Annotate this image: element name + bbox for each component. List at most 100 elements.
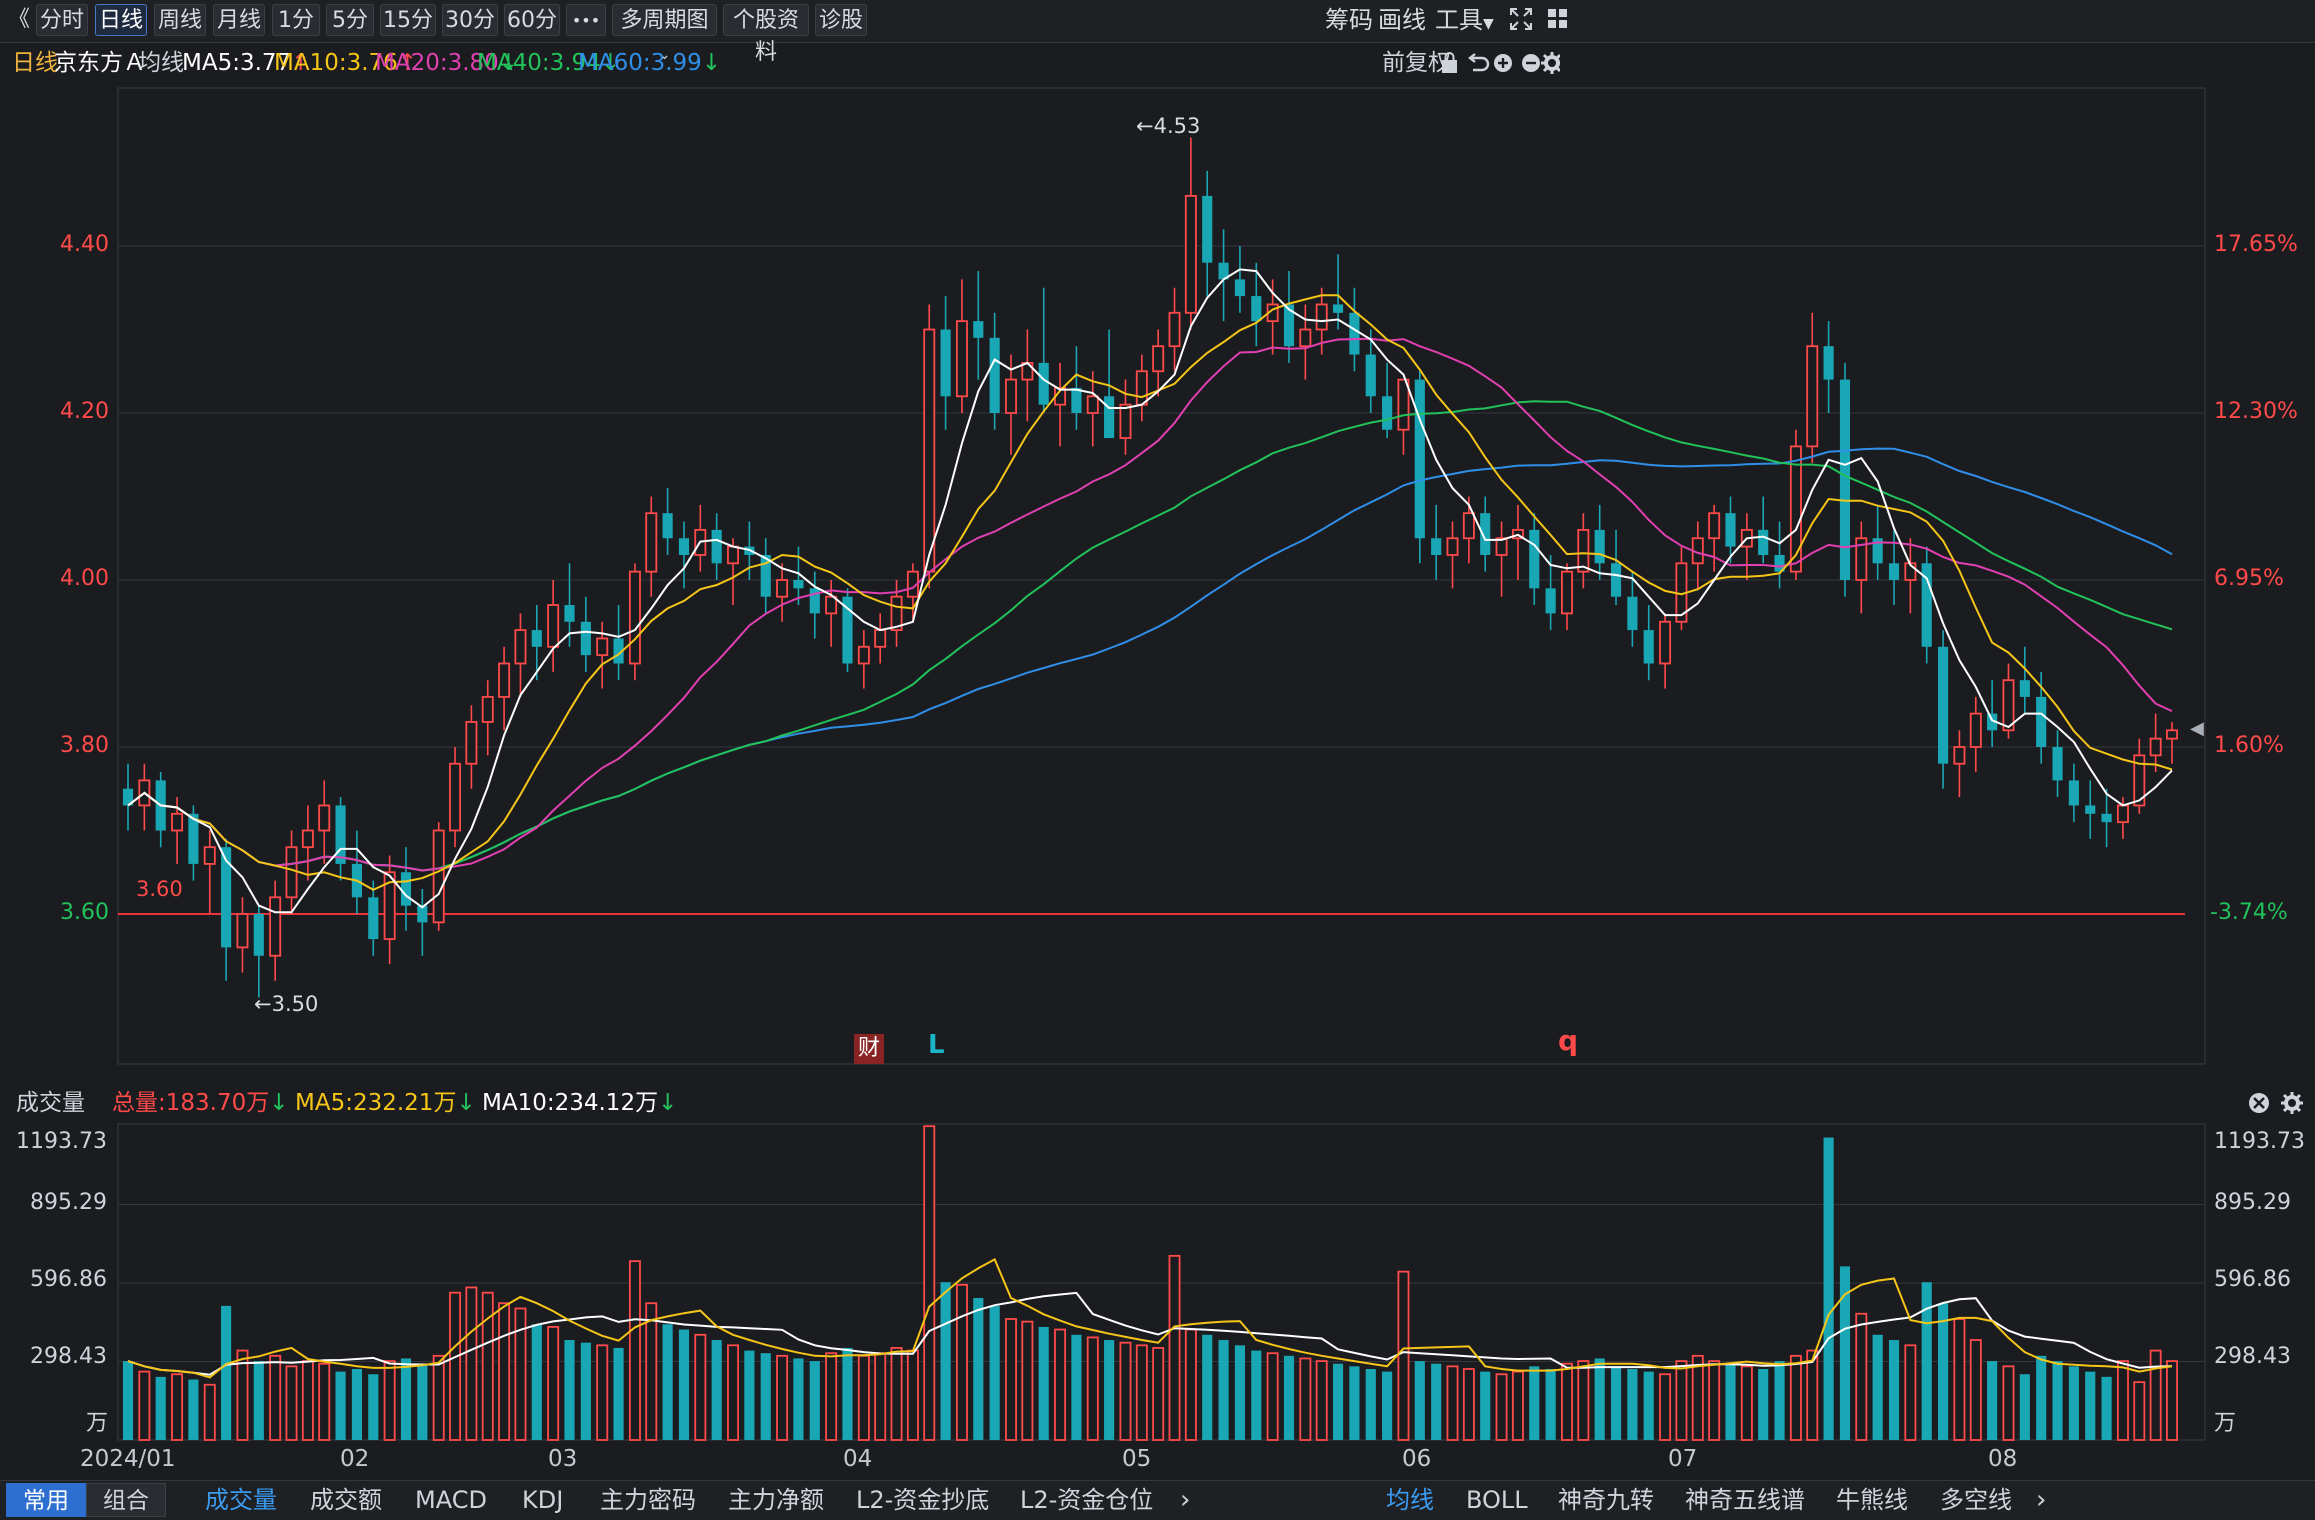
ma-label[interactable]: 均线 [138, 46, 184, 80]
diagnose-button[interactable]: 诊股 [815, 4, 867, 36]
candle-body [481, 696, 494, 723]
volume-bar [1480, 1371, 1491, 1440]
overlay-next-arrow-icon[interactable]: › [2036, 1481, 2046, 1520]
candle-body [1086, 395, 1099, 414]
candle [1299, 304, 1312, 380]
candle [1332, 254, 1344, 330]
candle [1806, 312, 1819, 464]
volume-bar [1888, 1340, 1900, 1440]
volume-bar [2052, 1361, 2063, 1440]
volume-settings-gear-icon[interactable] [2281, 1092, 2303, 1114]
indicator-tab-l2-position[interactable]: L2-资金仓位 [1020, 1481, 1153, 1520]
zoom-in-icon[interactable] [1494, 54, 1512, 72]
indicator-tab-turnover[interactable]: 成交额 [310, 1481, 382, 1520]
tab-common[interactable]: 常用 [6, 1483, 86, 1517]
tools-menu[interactable]: 工具▼ [1435, 4, 1494, 36]
candle [906, 563, 919, 622]
candle [678, 521, 690, 589]
candle [989, 312, 1000, 430]
overlay-tab-magic-five[interactable]: 神奇五线谱 [1685, 1481, 1805, 1520]
financial-report-marker[interactable]: 财 [854, 1034, 884, 1064]
volume-bar [1119, 1341, 1132, 1441]
volume-bar [1135, 1344, 1148, 1441]
candle [1691, 521, 1704, 589]
indicator-tab-macd[interactable]: MACD [415, 1481, 487, 1520]
candle [318, 780, 331, 864]
overlay-tab-bull-bear[interactable]: 牛熊线 [1836, 1481, 1908, 1520]
tab-combo[interactable]: 组合 [86, 1483, 166, 1517]
chips-button[interactable]: 筹码 [1325, 4, 1373, 36]
indicator-next-arrow-icon[interactable]: › [1180, 1481, 1190, 1520]
price-tick-label: 4.00 [60, 566, 109, 591]
chart-controls [1442, 52, 1560, 74]
candle-body [857, 645, 870, 665]
volume-bar [2166, 1360, 2178, 1441]
volume-bar [628, 1260, 641, 1441]
grid-layout-icon[interactable] [1546, 6, 1570, 32]
candle-body [727, 545, 739, 565]
indicator-tab-main-code[interactable]: 主力密码 [600, 1481, 696, 1520]
period-tab-1min[interactable]: 1分 [272, 4, 320, 36]
volume-bar [1283, 1355, 1295, 1440]
zoom-out-icon[interactable] [1522, 54, 1540, 72]
collapse-back-icon[interactable]: 《 [8, 4, 30, 36]
price-tick-label: 4.40 [60, 232, 109, 257]
candle-body [221, 847, 232, 948]
pct-tick-label: 1.60% [2214, 733, 2284, 758]
period-tab-daily[interactable]: 日线 [95, 4, 147, 36]
candle [857, 630, 870, 689]
indicator-tab-volume[interactable]: 成交量 [205, 1481, 277, 1520]
stock-info-button[interactable]: 个股资料 [723, 4, 809, 65]
indicator-tab-l2-bottom[interactable]: L2-资金抄底 [856, 1481, 989, 1520]
price-chart[interactable] [0, 82, 2315, 1070]
period-tab-60min[interactable]: 60分 [504, 4, 560, 36]
down-arrow-icon: ↓ [701, 50, 722, 76]
volume-bar [1969, 1339, 1982, 1441]
period-tab-15min[interactable]: 15分 [380, 4, 436, 36]
candle-body [874, 629, 887, 648]
fullscreen-icon[interactable] [1508, 6, 1534, 32]
period-tab-monthly[interactable]: 月线 [213, 4, 265, 36]
candle-body [678, 538, 690, 555]
volume-bar [580, 1342, 591, 1440]
bottom-tab-bar: 常用 组合 成交量 成交额 MACD KDJ 主力密码 主力净额 L2-资金抄底… [0, 1480, 2315, 1520]
candle [1577, 513, 1590, 589]
candle-body [1104, 396, 1115, 439]
volume-bar [432, 1354, 445, 1441]
overlay-tab-long-short[interactable]: 多空线 [1940, 1481, 2012, 1520]
volume-bar [2068, 1366, 2079, 1440]
overlay-tab-ma[interactable]: 均线 [1386, 1481, 1434, 1520]
event-marker-l[interactable]: L [928, 1030, 945, 1060]
lock-icon[interactable] [1442, 52, 1457, 73]
candle [1594, 504, 1605, 580]
candle [449, 747, 462, 848]
indicator-tab-main-net[interactable]: 主力净额 [728, 1481, 824, 1520]
draw-line-button[interactable]: 画线 [1378, 4, 1426, 36]
overlay-tab-magic-nine[interactable]: 神奇九转 [1558, 1481, 1654, 1520]
event-marker-q[interactable]: q [1558, 1024, 1578, 1057]
overlay-tab-boll[interactable]: BOLL [1466, 1481, 1528, 1520]
volume-ma10: MA10:234.12万↓ [482, 1086, 677, 1120]
close-panel-icon[interactable] [2249, 1093, 2269, 1113]
volume-bar [613, 1347, 624, 1440]
period-tab-intraday[interactable]: 分时 [36, 4, 88, 36]
x-axis-label: 03 [548, 1446, 578, 1472]
volume-bar [1659, 1373, 1672, 1441]
multi-period-dropdown[interactable]: 多周期图 ⌄ [612, 4, 717, 63]
candle [1789, 429, 1802, 580]
period-tab-weekly[interactable]: 周线 [154, 4, 206, 36]
undo-icon[interactable] [1468, 53, 1490, 72]
candle-body [1823, 346, 1834, 380]
volume-bar [874, 1352, 887, 1441]
candle [645, 496, 658, 597]
settings-gear-icon[interactable] [1541, 52, 1560, 74]
indicator-tab-kdj[interactable]: KDJ [522, 1481, 563, 1520]
candle [547, 580, 560, 672]
candle-body [1414, 379, 1425, 539]
period-tab-5min[interactable]: 5分 [326, 4, 374, 36]
more-periods-button[interactable]: ••• [566, 4, 606, 36]
candle-body [498, 662, 511, 698]
volume-bar [1740, 1365, 1753, 1441]
period-tab-30min[interactable]: 30分 [442, 4, 498, 36]
volume-chart[interactable] [0, 1122, 2315, 1446]
